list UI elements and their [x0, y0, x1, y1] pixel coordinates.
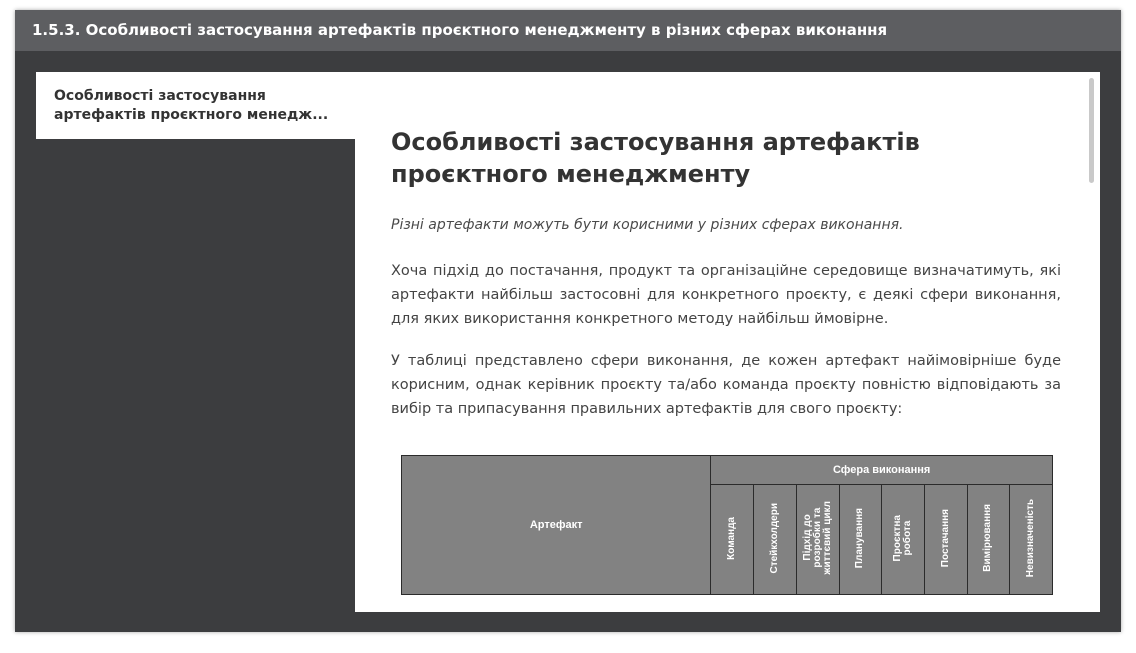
col-header-delivery: Постачання	[923, 484, 968, 595]
col-header-text: Команда	[726, 516, 738, 560]
heading-line1: Особливості застосування артефактів	[391, 128, 920, 156]
col-header-project-work: Проєктна робота	[881, 484, 925, 595]
col-header-team: Команда	[710, 484, 754, 595]
tab-artifacts-application[interactable]: Особливості застосування артефактів проє…	[36, 72, 356, 139]
col-header-stakeholders: Стейкхолдери	[752, 484, 797, 595]
col-header-text: Невизначеність	[1025, 499, 1037, 578]
col-header-text: Планування	[854, 508, 866, 569]
window-title: 1.5.3. Особливості застосування артефакт…	[15, 10, 1121, 51]
col-header-planning: Планування	[838, 484, 883, 595]
domain-column-header: Сфера виконання	[710, 454, 1053, 486]
tab-label-line1: Особливості застосування	[54, 88, 266, 104]
heading-line2: проєктного менеджменту	[391, 160, 751, 188]
paragraph-1: Хоча підхід до постачання, продукт та ор…	[391, 263, 1061, 327]
col-header-uncertainty: Невизначеність	[1009, 484, 1053, 595]
col-header-text: Підхід до розробки та життєвий цикл	[801, 501, 833, 575]
tab-label-line2: артефактів проєктного менедж...	[54, 107, 329, 123]
col-header-text: Вимірювання	[982, 504, 994, 572]
scrollbar[interactable]	[1089, 78, 1094, 183]
col-header-approach: Підхід до розробки та життєвий цикл	[795, 484, 840, 595]
intro-text: Різні артефакти можуть бути корисними у …	[391, 217, 904, 233]
paragraph-2: У таблиці представлено сфери виконання, …	[391, 353, 1061, 417]
course-window: 1.5.3. Особливості застосування артефакт…	[15, 10, 1121, 632]
col-header-measurement: Вимірювання	[966, 484, 1011, 595]
col-header-text: Постачання	[939, 508, 951, 568]
content-panel: Особливості застосування артефактів проє…	[355, 72, 1100, 612]
artifact-column-header: Артефакт	[400, 455, 712, 595]
article-heading: Особливості застосування артефактів проє…	[391, 126, 1051, 190]
artifacts-table: Артефакт Сфера виконання Команда Стейкхо…	[400, 454, 1053, 595]
col-header-text: Проєктна робота	[892, 514, 914, 562]
col-header-text: Стейкхолдери	[768, 502, 780, 574]
